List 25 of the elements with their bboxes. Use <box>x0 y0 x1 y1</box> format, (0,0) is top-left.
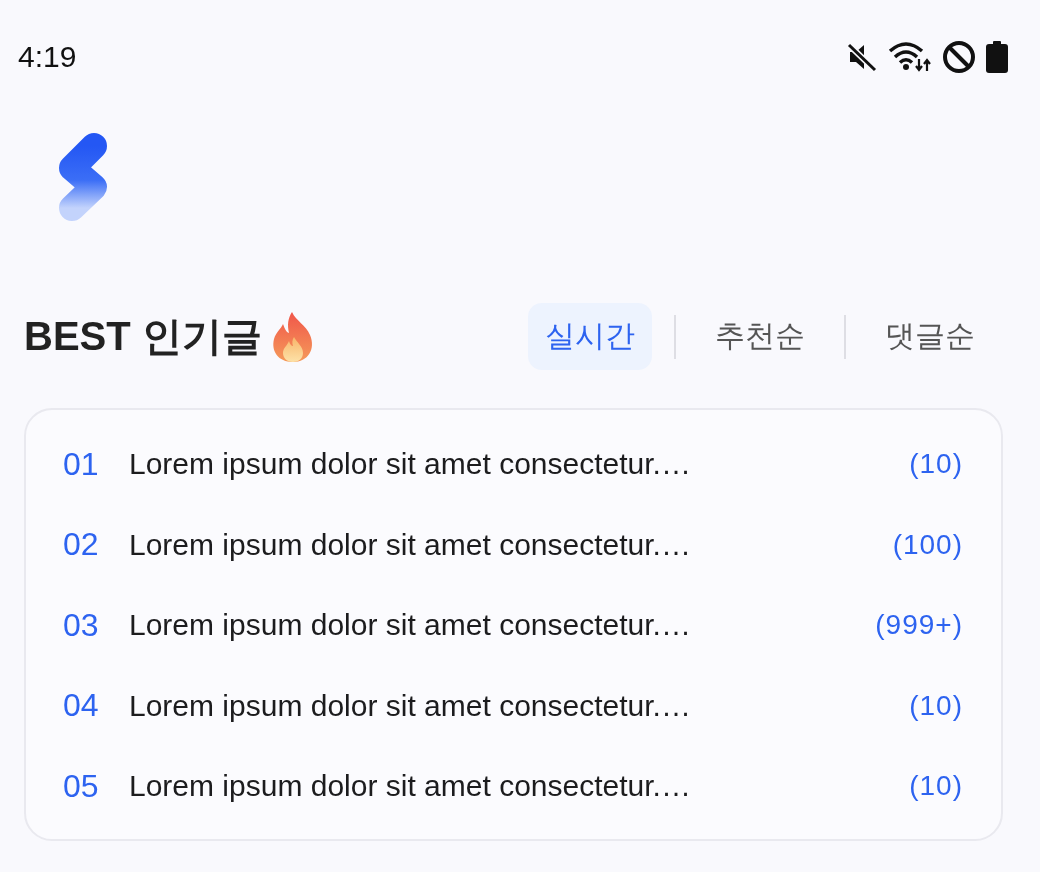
post-title[interactable]: Lorem ipsum dolor sit amet consectetur.… <box>129 688 910 723</box>
post-title[interactable]: Lorem ipsum dolor sit amet consectetur.… <box>129 527 893 562</box>
wifi-icon <box>888 41 932 73</box>
sort-tab[interactable]: 댓글순 <box>868 303 992 370</box>
logo-icon <box>57 131 109 223</box>
mute-icon <box>846 41 878 73</box>
post-rank: 02 <box>63 526 100 564</box>
status-time: 4:19 <box>18 40 77 74</box>
post-title[interactable]: Lorem ipsum dolor sit amet consectetur.… <box>129 608 876 643</box>
post-rank: 05 <box>63 767 100 805</box>
sort-tab[interactable]: 추천순 <box>698 303 822 370</box>
do-not-disturb-icon <box>942 40 976 74</box>
battery-icon <box>986 41 1008 73</box>
sort-tab[interactable]: 실시간 <box>528 303 652 370</box>
comment-count: (10) <box>909 448 963 481</box>
comment-count: (10) <box>909 689 963 722</box>
comment-count: (100) <box>892 528 963 561</box>
comment-count: (999+) <box>875 609 963 642</box>
post-title[interactable]: Lorem ipsum dolor sit amet consectetur.… <box>129 447 910 482</box>
post-rank: 01 <box>63 445 100 483</box>
section-title: BEST 인기글 <box>24 313 262 360</box>
comment-count: (10) <box>909 770 963 803</box>
post-rank: 03 <box>63 606 100 644</box>
post-title[interactable]: Lorem ipsum dolor sit amet consectetur.… <box>129 769 910 804</box>
post-rank: 04 <box>63 687 100 725</box>
